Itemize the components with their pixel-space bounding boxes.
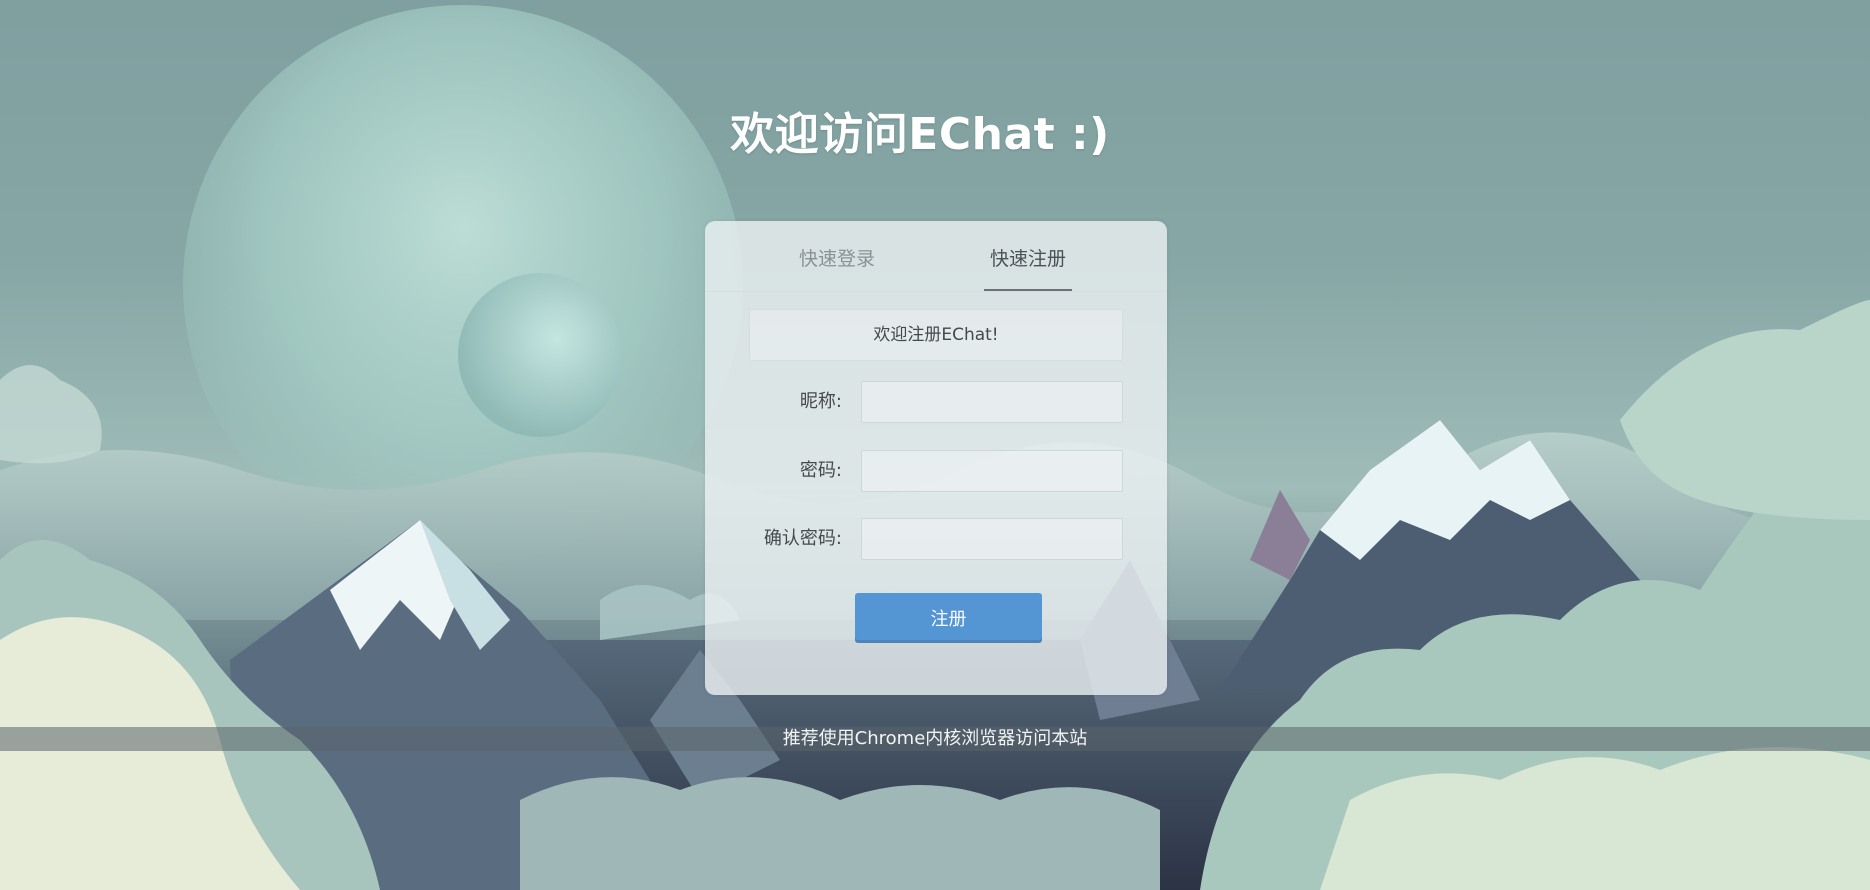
confirm-password-input[interactable]	[861, 518, 1123, 560]
confirm-password-row: 确认密码:	[705, 517, 1167, 561]
confirm-password-label: 确认密码:	[763, 528, 842, 549]
tab-quick-login[interactable]: 快速登录	[792, 247, 882, 291]
page-title: 欢迎访问EChat :)	[730, 109, 1110, 160]
register-welcome-notice: 欢迎注册EChat!	[749, 309, 1123, 361]
nickname-input[interactable]	[861, 381, 1123, 423]
register-button[interactable]: 注册	[855, 593, 1042, 643]
password-input[interactable]	[861, 450, 1123, 492]
auth-tabs: 快速登录 快速注册	[705, 221, 1167, 292]
planet-small-shape	[458, 273, 622, 437]
password-row: 密码:	[705, 449, 1167, 493]
browser-recommendation-text: 推荐使用Chrome内核浏览器访问本站	[782, 728, 1088, 749]
nickname-row: 昵称:	[705, 380, 1167, 424]
password-label: 密码:	[799, 460, 842, 481]
nickname-label: 昵称:	[799, 391, 842, 412]
tab-quick-register[interactable]: 快速注册	[984, 247, 1072, 291]
